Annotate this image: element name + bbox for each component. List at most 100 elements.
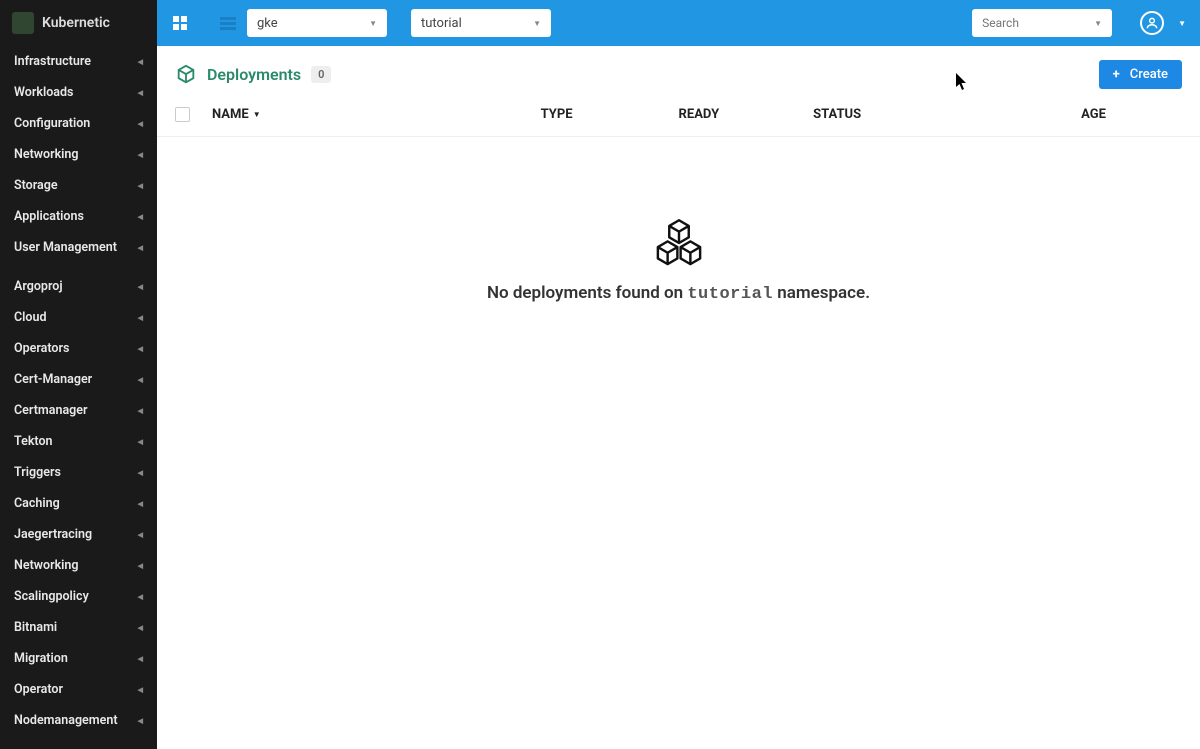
sidebar-item-networking[interactable]: Networking ◀ <box>0 139 157 170</box>
sidebar-item-label: Cert-Manager <box>14 372 92 387</box>
chevron-down-icon[interactable]: ▼ <box>1178 19 1186 28</box>
sidebar-item-label: Applications <box>14 209 84 224</box>
content-header: Deployments 0 + Create <box>157 46 1200 103</box>
column-type[interactable]: TYPE <box>541 107 573 122</box>
sidebar-item-label: Argoproj <box>14 279 63 294</box>
sidebar-item-label: Migration <box>14 651 68 666</box>
sidebar-item-label: Jaegertracing <box>14 527 92 542</box>
sidebar-item-label: Operators <box>14 341 69 356</box>
sidebar-item-label: Operator <box>14 682 63 697</box>
chevron-left-icon: ◀ <box>138 469 143 477</box>
sidebar-item-label: Networking <box>14 147 79 162</box>
sidebar-item-nodemanagement[interactable]: Nodemanagement ◀ <box>0 705 157 736</box>
sidebar-item-argoproj[interactable]: Argoproj ◀ <box>0 271 157 302</box>
sidebar-item-caching[interactable]: Caching ◀ <box>0 488 157 519</box>
empty-state: No deployments found on tutorial namespa… <box>157 217 1200 304</box>
sidebar-item-label: Storage <box>14 178 58 193</box>
namespace-value: tutorial <box>421 16 462 31</box>
sidebar-item-storage[interactable]: Storage ◀ <box>0 170 157 201</box>
chevron-left-icon: ◀ <box>138 376 143 384</box>
chevron-left-icon: ◀ <box>138 593 143 601</box>
logo-section[interactable]: Kubernetic <box>0 0 157 46</box>
logo-icon <box>12 12 34 34</box>
sidebar-item-label: Scalingpolicy <box>14 589 89 604</box>
sidebar-item-label: Infrastructure <box>14 54 91 69</box>
sidebar-item-label: Certmanager <box>14 403 88 418</box>
sidebar-item-label: Bitnami <box>14 620 57 635</box>
chevron-down-icon: ▼ <box>1094 19 1102 28</box>
sidebar-item-label: Caching <box>14 496 60 511</box>
chevron-left-icon: ◀ <box>138 686 143 694</box>
user-menu-icon[interactable] <box>1140 11 1164 35</box>
table-header-row: NAME ▼ TYPE READY STATUS AGE <box>157 103 1200 137</box>
create-label: Create <box>1130 67 1168 82</box>
sidebar-item-label: Triggers <box>14 465 61 480</box>
empty-cubes-icon <box>653 217 705 269</box>
sort-icon: ▼ <box>253 110 261 119</box>
context-value: gke <box>257 16 278 31</box>
select-all-checkbox[interactable] <box>175 107 190 122</box>
search-box[interactable]: ▼ <box>972 9 1112 37</box>
chevron-left-icon: ◀ <box>138 407 143 415</box>
plus-icon: + <box>1113 67 1120 82</box>
chevron-left-icon: ◀ <box>138 89 143 97</box>
chevron-left-icon: ◀ <box>138 58 143 66</box>
context-selector[interactable]: gke ▼ <box>247 9 387 37</box>
chevron-left-icon: ◀ <box>138 562 143 570</box>
sidebar-item-jaegertracing[interactable]: Jaegertracing ◀ <box>0 519 157 550</box>
chevron-left-icon: ◀ <box>138 531 143 539</box>
deployments-icon <box>175 64 197 86</box>
sidebar-item-label: Workloads <box>14 85 73 100</box>
chevron-down-icon: ▼ <box>533 19 541 28</box>
namespace-selector[interactable]: tutorial ▼ <box>411 9 551 37</box>
sidebar-item-operators[interactable]: Operators ◀ <box>0 333 157 364</box>
sidebar-item-user-management[interactable]: User Management ◀ <box>0 232 157 263</box>
chevron-down-icon: ▼ <box>369 19 377 28</box>
search-input[interactable] <box>982 16 1094 30</box>
app-name: Kubernetic <box>42 15 110 31</box>
sidebar-item-certmanager[interactable]: Certmanager ◀ <box>0 395 157 426</box>
chevron-left-icon: ◀ <box>138 624 143 632</box>
topbar: gke ▼ tutorial ▼ ▼ ▼ <box>157 0 1200 46</box>
dashboard-icon[interactable] <box>171 14 189 32</box>
sidebar-item-label: Tekton <box>14 434 53 449</box>
count-badge: 0 <box>311 66 331 83</box>
chevron-left-icon: ◀ <box>138 438 143 446</box>
list-icon[interactable] <box>219 14 237 32</box>
chevron-left-icon: ◀ <box>138 283 143 291</box>
sidebar-item-bitnami[interactable]: Bitnami ◀ <box>0 612 157 643</box>
chevron-left-icon: ◀ <box>138 655 143 663</box>
column-ready[interactable]: READY <box>679 107 720 122</box>
chevron-left-icon: ◀ <box>138 717 143 725</box>
page-title: Deployments <box>207 65 301 84</box>
sidebar-item-applications[interactable]: Applications ◀ <box>0 201 157 232</box>
create-button[interactable]: + Create <box>1099 60 1182 89</box>
chevron-left-icon: ◀ <box>138 345 143 353</box>
column-age[interactable]: AGE <box>1081 107 1106 122</box>
sidebar-item-cert-manager[interactable]: Cert-Manager ◀ <box>0 364 157 395</box>
sidebar-item-scalingpolicy[interactable]: Scalingpolicy ◀ <box>0 581 157 612</box>
sidebar-item-networking-2[interactable]: Networking ◀ <box>0 550 157 581</box>
chevron-left-icon: ◀ <box>138 244 143 252</box>
sidebar-item-operator[interactable]: Operator ◀ <box>0 674 157 705</box>
sidebar-item-triggers[interactable]: Triggers ◀ <box>0 457 157 488</box>
sidebar-item-label: Nodemanagement <box>14 713 118 728</box>
sidebar-item-label: User Management <box>14 240 117 255</box>
chevron-left-icon: ◀ <box>138 314 143 322</box>
sidebar-item-label: Configuration <box>14 116 90 131</box>
sidebar-item-cloud[interactable]: Cloud ◀ <box>0 302 157 333</box>
sidebar-item-workloads[interactable]: Workloads ◀ <box>0 77 157 108</box>
column-name[interactable]: NAME ▼ <box>212 107 261 122</box>
sidebar-item-label: Networking <box>14 558 79 573</box>
sidebar: Kubernetic Infrastructure ◀ Workloads ◀ … <box>0 0 157 749</box>
main-area: gke ▼ tutorial ▼ ▼ ▼ Deployments 0 + Cre… <box>157 0 1200 749</box>
sidebar-item-label: Cloud <box>14 310 47 325</box>
sidebar-item-migration[interactable]: Migration ◀ <box>0 643 157 674</box>
sidebar-item-tekton[interactable]: Tekton ◀ <box>0 426 157 457</box>
empty-message: No deployments found on tutorial namespa… <box>487 283 870 304</box>
chevron-left-icon: ◀ <box>138 151 143 159</box>
sidebar-item-infrastructure[interactable]: Infrastructure ◀ <box>0 46 157 77</box>
chevron-left-icon: ◀ <box>138 182 143 190</box>
sidebar-item-configuration[interactable]: Configuration ◀ <box>0 108 157 139</box>
column-status[interactable]: STATUS <box>813 107 861 122</box>
